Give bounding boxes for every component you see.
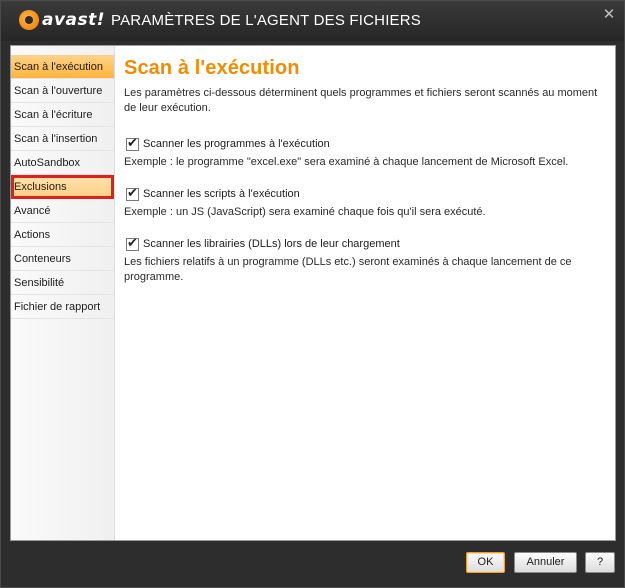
option-help: Les fichiers relatifs à un programme (DL… (124, 256, 572, 283)
option-label[interactable]: Scanner les librairies (DLLs) lors de le… (143, 238, 400, 250)
help-button[interactable]: ? (585, 552, 615, 573)
sidebar-item-scan-insertion[interactable]: Scan à l'insertion (11, 127, 114, 151)
option-label[interactable]: Scanner les programmes à l'exécution (143, 138, 330, 150)
title-bar: avast! PARAMÈTRES DE L'AGENT DES FICHIER… (1, 1, 624, 41)
sidebar-item-conteneurs[interactable]: Conteneurs (11, 247, 114, 271)
settings-window: avast! PARAMÈTRES DE L'AGENT DES FICHIER… (0, 0, 625, 588)
sidebar-item-scan-ecriture[interactable]: Scan à l'écriture (11, 103, 114, 127)
sidebar-item-autosandbox[interactable]: AutoSandbox (11, 151, 114, 175)
sidebar-item-scan-execution[interactable]: Scan à l'exécution (11, 55, 114, 79)
option-label[interactable]: Scanner les scripts à l'exécution (143, 188, 300, 200)
sidebar-item-actions[interactable]: Actions (11, 223, 114, 247)
option-scan-dlls: Scanner les librairies (DLLs) lors de le… (124, 235, 610, 285)
page-description: Les paramètres ci-dessous déterminent qu… (124, 87, 598, 114)
option-scan-programs: Scanner les programmes à l'exécution Exe… (124, 135, 610, 170)
checkbox-scan-scripts[interactable] (126, 185, 139, 201)
page-title: Scan à l'exécution (124, 57, 300, 79)
main-content: Scan à l'exécution Les paramètres ci-des… (124, 57, 610, 285)
sidebar-item-scan-ouverture[interactable]: Scan à l'ouverture (11, 79, 114, 103)
avast-logo: avast! (19, 9, 105, 31)
dialog-footer: OK Annuler ? (1, 541, 624, 587)
brand-name: avast! (42, 10, 106, 30)
checkbox-scan-programs[interactable] (126, 135, 139, 151)
settings-panel: Scan à l'exécution Scan à l'ouverture Sc… (10, 45, 616, 541)
ok-button[interactable]: OK (466, 552, 505, 573)
sidebar-item-fichier-rapport[interactable]: Fichier de rapport (11, 295, 114, 319)
avast-logo-icon (19, 10, 39, 30)
sidebar-item-sensibilite[interactable]: Sensibilité (11, 271, 114, 295)
option-scan-scripts: Scanner les scripts à l'exécution Exempl… (124, 185, 610, 220)
close-icon[interactable]: ✕ (599, 5, 619, 25)
sidebar-item-avance[interactable]: Avancé (11, 199, 114, 223)
window-title: PARAMÈTRES DE L'AGENT DES FICHIERS (111, 12, 422, 29)
checkbox-scan-dlls[interactable] (126, 235, 139, 251)
option-help: Exemple : un JS (JavaScript) sera examin… (124, 206, 486, 218)
option-help: Exemple : le programme "excel.exe" sera … (124, 156, 569, 168)
sidebar-nav: Scan à l'exécution Scan à l'ouverture Sc… (11, 46, 115, 540)
cancel-button[interactable]: Annuler (514, 552, 577, 573)
sidebar-item-exclusions[interactable]: Exclusions (11, 175, 114, 199)
